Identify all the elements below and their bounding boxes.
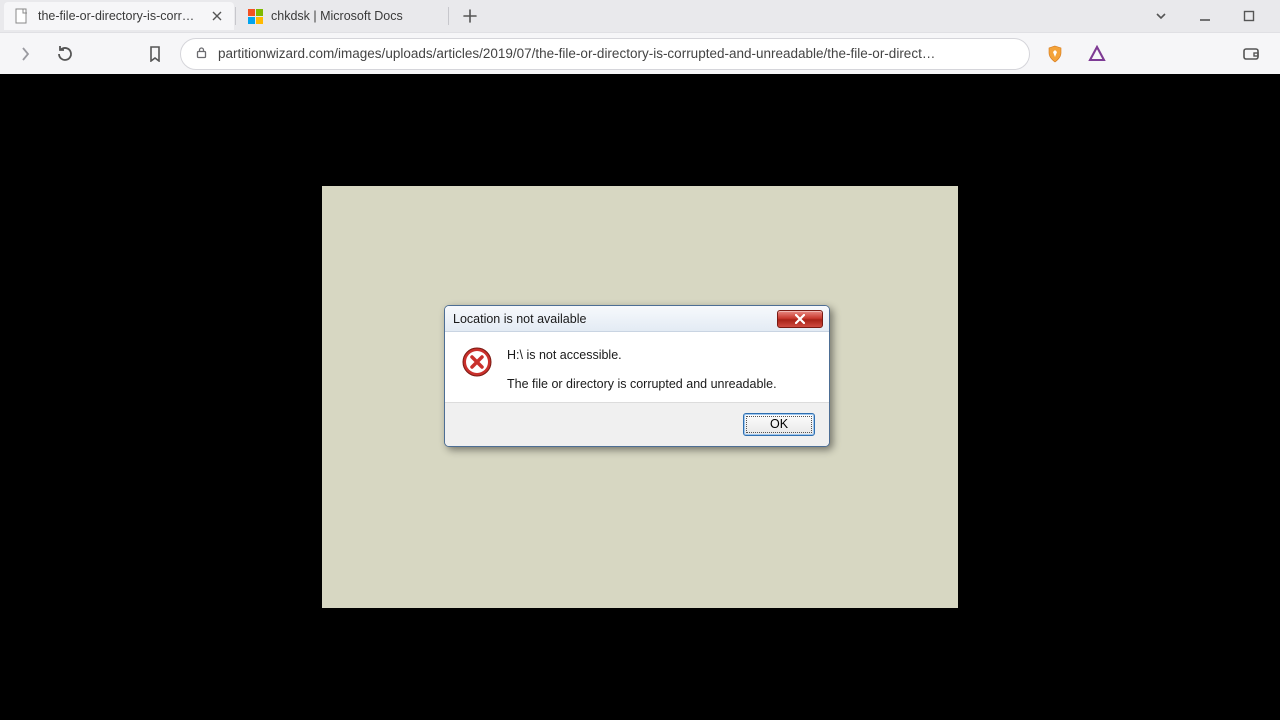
tab-1-title: the-file-or-directory-is-corrupted [38, 9, 201, 23]
padlock-icon [195, 46, 208, 62]
generic-page-icon [14, 8, 30, 24]
back-button[interactable] [10, 39, 40, 69]
tab-strip: the-file-or-directory-is-corrupted chkds… [0, 0, 1280, 32]
maximize-button[interactable] [1236, 3, 1262, 29]
brave-shields-icon[interactable] [1040, 39, 1070, 69]
minimize-button[interactable] [1192, 3, 1218, 29]
dialog-titlebar[interactable]: Location is not available [445, 306, 829, 332]
tab-2-title: chkdsk | Microsoft Docs [271, 9, 403, 23]
error-dialog: Location is not available H:\ is not acc… [444, 305, 830, 447]
wallet-icon[interactable] [1236, 39, 1266, 69]
url-text: partitionwizard.com/images/uploads/artic… [218, 46, 1015, 61]
window-controls [1148, 3, 1276, 29]
tab-1[interactable]: the-file-or-directory-is-corrupted [4, 2, 234, 30]
microsoft-icon [247, 8, 263, 24]
close-icon[interactable] [209, 8, 224, 24]
bookmark-button[interactable] [140, 39, 170, 69]
error-icon [461, 346, 493, 378]
dialog-title: Location is not available [453, 312, 777, 326]
address-bar[interactable]: partitionwizard.com/images/uploads/artic… [180, 38, 1030, 70]
ok-button[interactable]: OK [743, 413, 815, 436]
brave-rewards-icon[interactable] [1082, 39, 1112, 69]
new-tab-button[interactable] [456, 2, 484, 30]
dialog-message: H:\ is not accessible. The file or direc… [507, 346, 777, 394]
browser-chrome: the-file-or-directory-is-corrupted chkds… [0, 0, 1280, 74]
dialog-message-line2: The file or directory is corrupted and u… [507, 375, 777, 394]
tab-separator [235, 7, 236, 25]
chevron-down-icon[interactable] [1148, 3, 1174, 29]
toolbar-right-icons [1040, 39, 1270, 69]
tab-2[interactable]: chkdsk | Microsoft Docs [237, 2, 447, 30]
page-viewport: Location is not available H:\ is not acc… [0, 74, 1280, 720]
toolbar: partitionwizard.com/images/uploads/artic… [0, 32, 1280, 74]
dialog-button-row: OK [445, 403, 829, 446]
dialog-body: H:\ is not accessible. The file or direc… [445, 332, 829, 403]
dialog-message-line1: H:\ is not accessible. [507, 346, 777, 365]
reload-button[interactable] [50, 39, 80, 69]
tab-separator [448, 7, 449, 25]
dialog-close-button[interactable] [777, 310, 823, 328]
